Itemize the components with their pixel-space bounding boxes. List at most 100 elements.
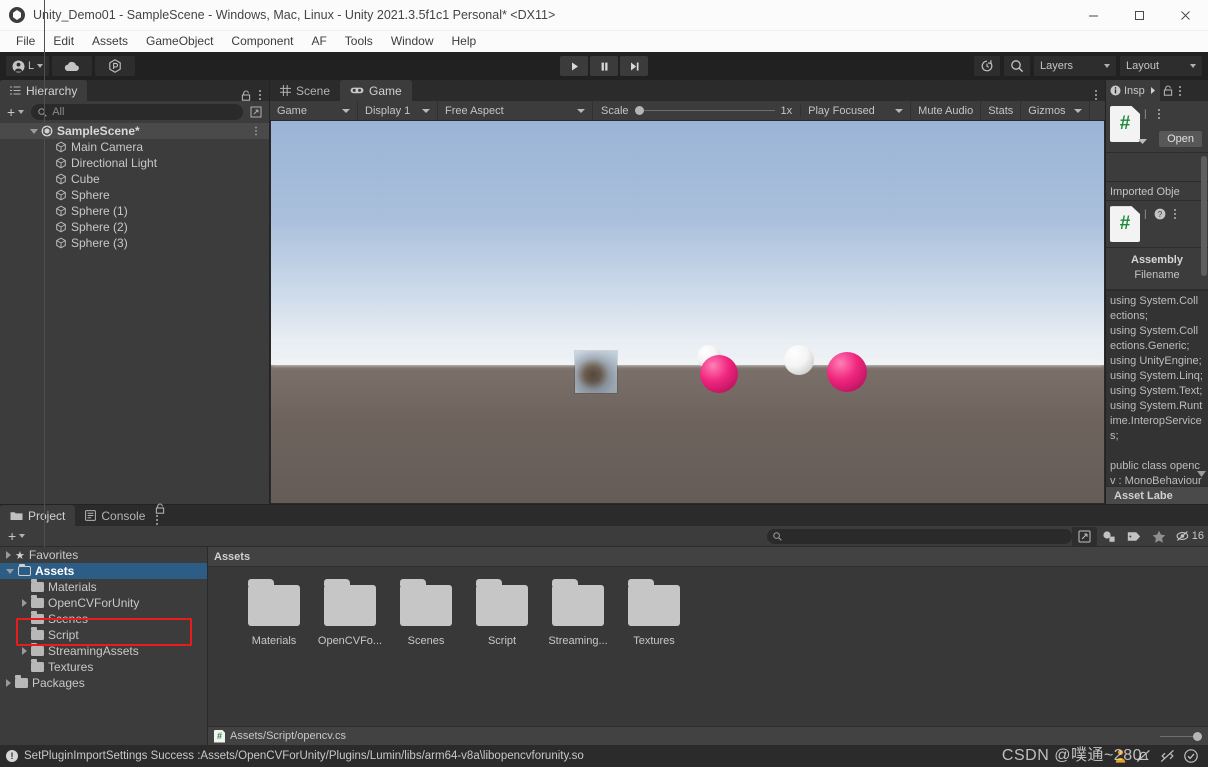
chevron-down-icon[interactable] <box>1138 139 1147 145</box>
lock-icon[interactable] <box>241 89 251 101</box>
kebab-menu-icon[interactable] <box>1178 85 1182 97</box>
close-icon[interactable] <box>1162 0 1208 31</box>
tab-game[interactable]: Game <box>340 80 412 101</box>
hierarchy-item[interactable]: Sphere <box>0 187 269 203</box>
inspector-scrollbar-thumb[interactable] <box>1201 155 1207 277</box>
grid-zoom-track[interactable] <box>1160 731 1202 741</box>
project-tree-item[interactable]: Textures <box>0 659 207 675</box>
open-script-button[interactable]: Open <box>1159 131 1202 147</box>
hierarchy-item[interactable]: Directional Light <box>0 155 269 171</box>
hierarchy-add-button[interactable]: + <box>4 104 27 120</box>
check-circle-icon[interactable] <box>1184 749 1198 763</box>
no-code-optimization-icon[interactable] <box>1160 749 1175 763</box>
chevron-right-icon[interactable] <box>22 647 27 655</box>
asset-items[interactable]: Materials OpenCVFo... Scenes Script Streamin… <box>208 567 1208 726</box>
project-tree-item[interactable]: Script <box>0 627 207 643</box>
scale-slider-knob[interactable] <box>634 106 644 115</box>
hierarchy-item[interactable]: Main Camera <box>0 139 269 155</box>
minimize-icon[interactable] <box>1070 0 1116 31</box>
game-view-render[interactable] <box>270 121 1105 504</box>
search-icon[interactable] <box>1004 56 1030 76</box>
project-folder-tree[interactable]: ★ Favorites Assets Materials OpenCVForUnity S… <box>0 547 208 745</box>
grid-zoom-knob[interactable] <box>1193 731 1202 741</box>
project-search-input[interactable] <box>766 528 1072 544</box>
undo-history-icon[interactable] <box>974 56 1000 76</box>
kebab-menu-icon[interactable] <box>1173 208 1177 220</box>
open-in-new-window-icon[interactable] <box>1071 526 1097 546</box>
no-notification-icon[interactable] <box>1136 749 1151 763</box>
asset-item[interactable]: Textures <box>616 579 692 647</box>
project-tree-item[interactable]: Scenes <box>0 611 207 627</box>
grid-zoom-slider[interactable] <box>1160 731 1202 741</box>
asset-item[interactable]: Scenes <box>388 579 464 647</box>
tab-console[interactable]: Console <box>75 505 155 526</box>
breadcrumb[interactable]: Assets <box>208 547 1208 567</box>
project-tree-item[interactable]: ★ Favorites <box>0 547 207 563</box>
layers-dropdown[interactable]: Layers <box>1034 56 1116 76</box>
account-button[interactable]: L <box>6 56 50 76</box>
chevron-right-icon[interactable] <box>22 599 27 607</box>
asset-item[interactable]: OpenCVFo... <box>312 579 388 647</box>
hierarchy-item[interactable]: Sphere (2) <box>0 219 269 235</box>
status-bar[interactable]: ! SetPluginImportSettings Success :Asset… <box>0 745 1208 767</box>
project-tree-item[interactable]: Packages <box>0 675 207 691</box>
hierarchy-scene-row[interactable]: SampleScene* ⋮ <box>0 123 269 139</box>
cloud-icon[interactable] <box>52 56 93 76</box>
filter-by-favorite-icon[interactable] <box>1147 527 1172 546</box>
chevron-down-icon[interactable] <box>6 568 14 574</box>
project-add-button[interactable]: + <box>5 528 28 544</box>
mute-audio-button[interactable]: Mute Audio <box>911 100 982 121</box>
hierarchy-tree[interactable]: SampleScene* ⋮ Main Camera Directional Li… <box>0 0 269 767</box>
scale-slider-track[interactable] <box>634 106 775 115</box>
project-tree-item[interactable]: Materials <box>0 579 207 595</box>
menu-item-tools[interactable]: Tools <box>336 31 382 52</box>
chevron-right-icon[interactable] <box>6 551 11 559</box>
menu-item-af[interactable]: AF <box>302 31 335 52</box>
gizmos-dropdown[interactable]: Gizmos <box>1021 100 1090 121</box>
kebab-menu-icon[interactable]: ⋮ <box>251 126 269 137</box>
menu-item-help[interactable]: Help <box>443 31 486 52</box>
chevron-down-icon[interactable] <box>30 128 38 134</box>
inspector-scrollbar[interactable] <box>1201 103 1207 480</box>
lock-icon[interactable] <box>1163 85 1173 96</box>
arrow-right-icon[interactable] <box>1149 86 1157 95</box>
filter-by-label-icon[interactable] <box>1122 527 1147 546</box>
tab-scene[interactable]: Scene <box>270 80 340 101</box>
kebab-menu-icon[interactable] <box>1157 108 1161 120</box>
hidden-packages-count[interactable]: 16 <box>1172 530 1204 542</box>
play-button[interactable] <box>560 56 588 76</box>
hierarchy-item[interactable]: Cube <box>0 171 269 187</box>
asset-item[interactable]: Materials <box>236 579 312 647</box>
step-button[interactable] <box>620 56 648 76</box>
inspector-toggle-icon[interactable]: | <box>1144 209 1147 220</box>
chevron-right-icon[interactable] <box>6 679 11 687</box>
kebab-menu-icon[interactable] <box>258 89 262 101</box>
menu-item-assets[interactable]: Assets <box>83 31 137 52</box>
maximize-icon[interactable] <box>1116 0 1162 31</box>
game-playmode-dropdown[interactable]: Play Focused <box>801 100 912 121</box>
hierarchy-item[interactable]: Sphere (3) <box>0 235 269 251</box>
inspector-toggle-icon[interactable]: | <box>1144 109 1147 120</box>
collab-person-icon[interactable] <box>1114 749 1127 763</box>
game-viewmode-dropdown[interactable]: Game <box>270 100 358 121</box>
scroll-down-arrow-icon[interactable] <box>1197 471 1206 478</box>
tab-project[interactable]: Project <box>0 505 76 526</box>
kebab-menu-icon[interactable] <box>155 514 165 526</box>
tab-inspector[interactable]: Insp <box>1106 80 1160 101</box>
project-tree-item[interactable]: StreamingAssets <box>0 643 207 659</box>
layout-dropdown[interactable]: Layout <box>1120 56 1202 76</box>
project-tree-item[interactable]: OpenCVForUnity <box>0 595 207 611</box>
game-aspect-dropdown[interactable]: Free Aspect <box>438 100 593 121</box>
hierarchy-search-input[interactable]: All <box>31 104 243 120</box>
menu-item-window[interactable]: Window <box>382 31 443 52</box>
project-tree-item[interactable]: Assets <box>0 563 207 579</box>
menu-item-component[interactable]: Component <box>222 31 302 52</box>
script-source-preview[interactable]: using System.Collections; using System.C… <box>1106 290 1208 504</box>
pause-button[interactable] <box>590 56 618 76</box>
asset-item[interactable]: Script <box>464 579 540 647</box>
menu-item-edit[interactable]: Edit <box>44 31 83 52</box>
filter-by-type-icon[interactable] <box>1097 527 1122 546</box>
stats-button[interactable]: Stats <box>981 100 1022 121</box>
game-display-dropdown[interactable]: Display 1 <box>358 100 438 121</box>
hierarchy-item[interactable]: Sphere (1) <box>0 203 269 219</box>
